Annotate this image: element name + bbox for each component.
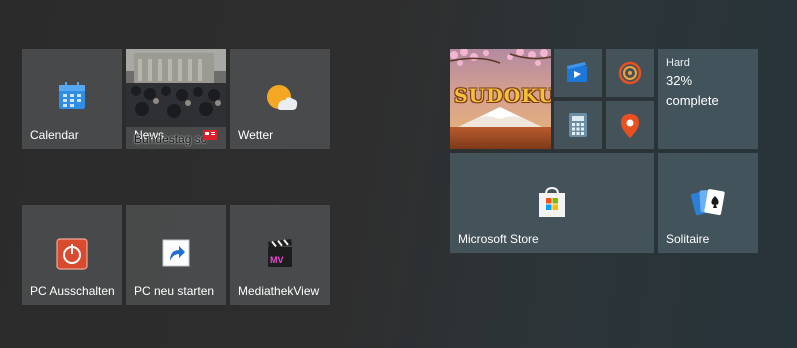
pc-shutdown-label: PC Ausschalten <box>30 284 115 298</box>
cards-icon <box>691 189 725 216</box>
sudoku-title: SUDOKU <box>454 85 551 107</box>
movies-tv-icon <box>567 62 587 82</box>
news-tile[interactable]: News Bundestag sc <box>126 49 226 149</box>
news-icon <box>203 130 217 140</box>
calculator-tile[interactable] <box>554 101 602 149</box>
microsoft-store-label: Microsoft Store <box>458 232 539 246</box>
solitaire-label: Solitaire <box>666 232 710 246</box>
calendar-label: Calendar <box>30 128 79 142</box>
pc-shutdown-tile[interactable]: PC Ausschalten <box>22 205 122 305</box>
maps-tile[interactable] <box>606 101 654 149</box>
solitaire-tile[interactable]: Solitaire <box>658 153 758 253</box>
sudoku-tile[interactable]: SUDOKU <box>450 49 551 149</box>
pc-restart-tile[interactable]: PC neu starten <box>126 205 226 305</box>
progress-status: complete <box>666 93 719 108</box>
groove-music-icon <box>618 61 642 85</box>
pc-restart-label: PC neu starten <box>134 284 215 298</box>
progress-percent: 32% <box>666 73 693 88</box>
power-icon <box>56 238 88 270</box>
mediathekview-logo-text: MV <box>270 255 284 265</box>
progress-tile[interactable]: Hard 32% complete <box>658 49 758 149</box>
weather-icon <box>267 85 298 110</box>
calendar-tile[interactable]: Calendar <box>22 49 122 149</box>
movies-tv-tile[interactable] <box>554 49 602 97</box>
maps-pin-icon <box>621 114 639 138</box>
news-headline: Bundestag sc <box>134 132 207 146</box>
calculator-icon <box>569 113 587 137</box>
shortcut-arrow-icon <box>162 239 190 267</box>
progress-level: Hard <box>666 57 690 69</box>
mediathekview-label: MediathekView <box>238 284 320 298</box>
microsoft-store-tile[interactable]: Microsoft Store <box>450 153 654 253</box>
weather-tile[interactable]: Wetter <box>230 49 330 149</box>
news-photo <box>126 49 226 127</box>
calendar-icon <box>59 82 85 109</box>
store-bag-icon <box>539 186 565 217</box>
mediathekview-tile[interactable]: MV MediathekView <box>230 205 330 305</box>
weather-label: Wetter <box>238 128 274 142</box>
groove-music-tile[interactable] <box>606 49 654 97</box>
